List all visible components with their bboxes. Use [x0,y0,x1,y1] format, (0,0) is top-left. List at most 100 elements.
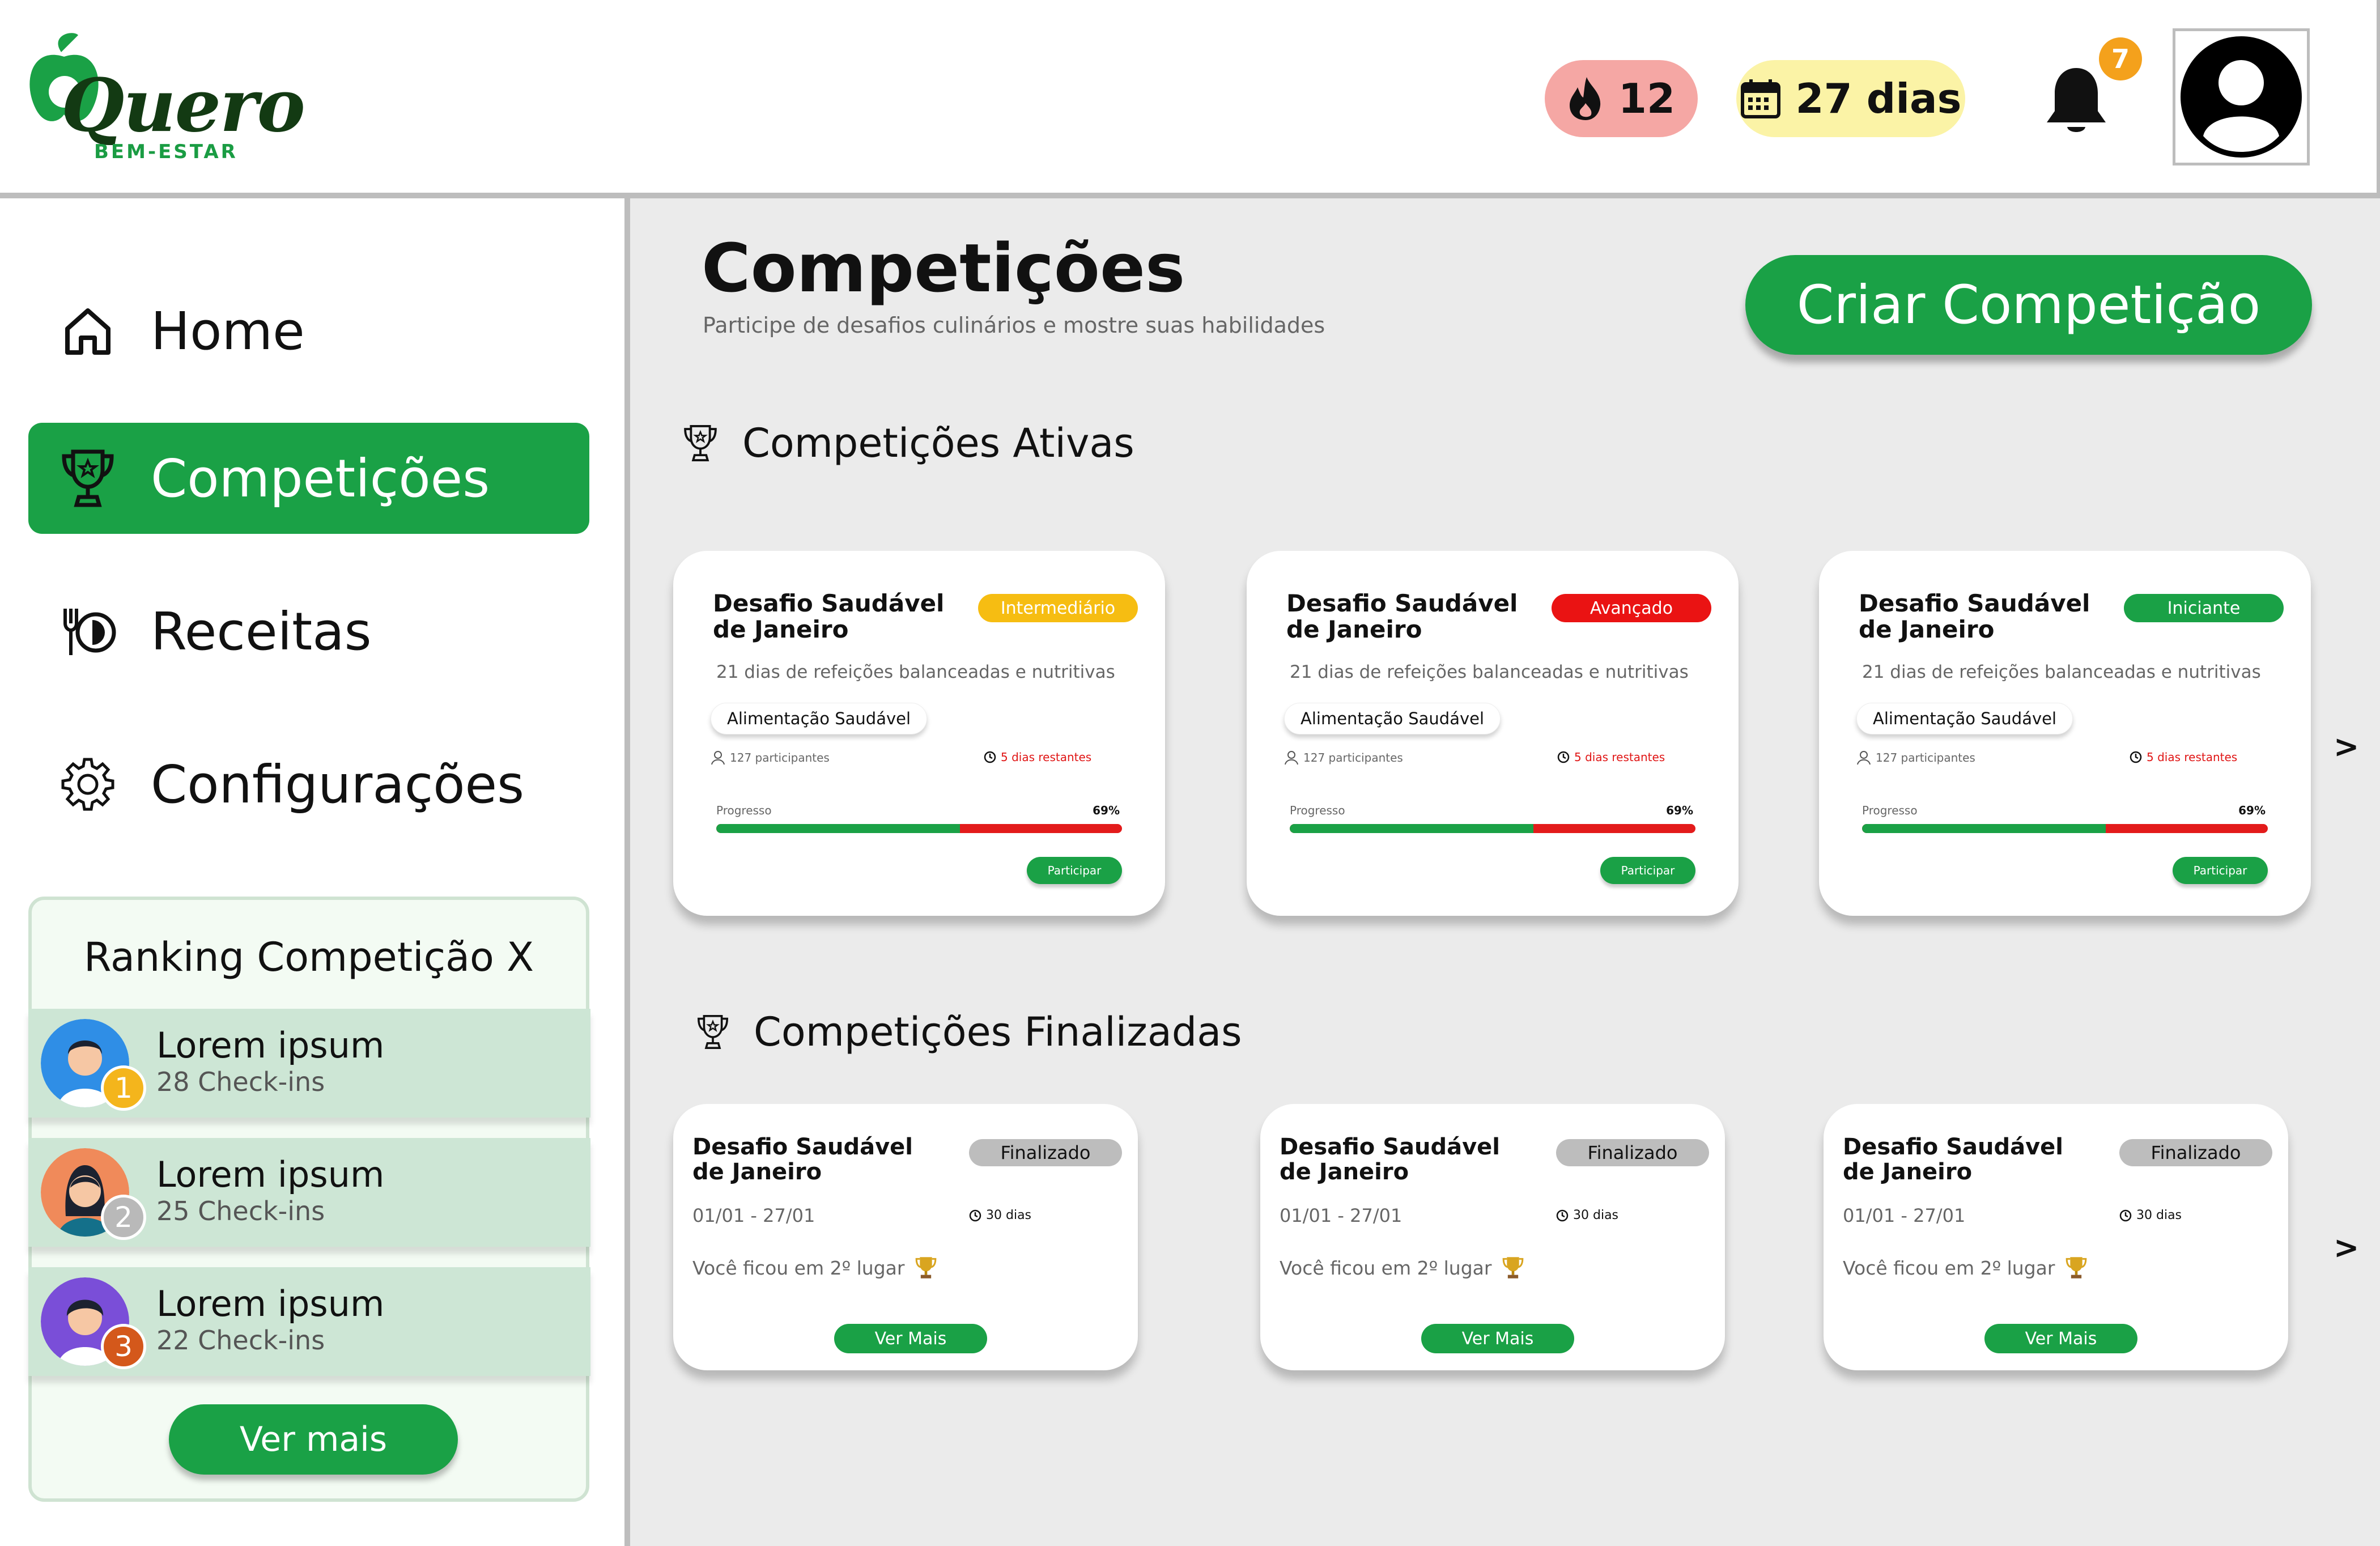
progress-label: Progresso [716,804,772,817]
status-badge: Finalizado [1556,1139,1709,1166]
calendar-icon [1740,79,1780,118]
finished-competition-card[interactable]: Desafio Saudável de Janeiro Finalizado 0… [673,1104,1138,1370]
participants-info: 127 participantes [1856,750,1975,765]
days-badge[interactable]: 27 dias [1736,60,1965,137]
ranking-name: Lorem ipsum [156,1025,385,1066]
gear-icon [57,753,119,816]
finished-next-arrow[interactable]: > [2334,1230,2359,1265]
finished-competition-card[interactable]: Desafio Saudável de Janeiro Finalizado 0… [1824,1104,2288,1370]
top-header: Quero BEM-ESTAR 12 27 dias 7 [0,0,2380,198]
ranking-row[interactable]: 3 Lorem ipsum 22 Check-ins [28,1267,590,1376]
ranking-see-more-button[interactable]: Ver mais [169,1404,458,1475]
clock-icon [2119,1209,2132,1221]
ranking-row[interactable]: 2 Lorem ipsum 25 Check-ins [28,1138,590,1247]
date-range: 01/01 - 27/01 [692,1205,815,1226]
category-tag: Alimentação Saudável [1284,703,1501,734]
card-title: Desafio Saudável de Janeiro [1843,1134,2064,1185]
date-range: 01/01 - 27/01 [1280,1205,1402,1226]
placement-info: Você ficou em 2º lugar [692,1256,937,1280]
gold-trophy-icon [2066,1257,2087,1279]
card-description: 21 dias de refeições balanceadas e nutri… [1290,662,1689,682]
sidebar-item-home[interactable]: Home [28,275,589,387]
see-more-button[interactable]: Ver Mais [834,1324,987,1353]
progress-value: 69% [2238,804,2266,817]
sidebar-item-label: Receitas [151,601,372,662]
active-section-heading: Competições Ativas [682,419,1134,467]
sidebar-item-receitas[interactable]: Receitas [28,576,589,687]
card-title: Desafio Saudável de Janeiro [1859,589,2090,644]
ranking-checkins: 25 Check-ins [156,1196,325,1226]
active-competition-card[interactable]: Desafio Saudável de Janeiro Intermediári… [673,551,1165,916]
trophy-icon [57,447,119,509]
days-remaining: 5 dias restantes [1574,750,1665,764]
status-badge: Finalizado [2119,1139,2272,1166]
section-title: Competições Finalizadas [754,1009,1242,1055]
rank-badge: 1 [101,1065,146,1111]
create-competition-button[interactable]: Criar Competição [1745,255,2312,355]
participants-count: 127 participantes [1303,751,1403,764]
sidebar-item-label: Configurações [151,754,525,815]
placement-text: Você ficou em 2º lugar [1280,1256,1492,1279]
join-button[interactable]: Participar [1027,857,1122,884]
logo-subtitle: BEM-ESTAR [94,141,238,163]
section-title: Competições Ativas [742,420,1134,466]
days-remaining: 5 dias restantes [1001,750,1092,764]
user-avatar[interactable] [2173,28,2310,165]
duration-label: 30 dias [1573,1208,1619,1222]
active-next-arrow[interactable]: > [2334,729,2359,764]
app-logo[interactable]: Quero BEM-ESTAR [22,29,305,165]
ranking-row[interactable]: 1 Lorem ipsum 28 Check-ins [28,1009,590,1118]
time-remaining: 5 dias restantes [2130,750,2237,764]
participants-info: 127 participantes [711,750,830,765]
progress-value: 69% [1666,804,1693,817]
see-more-button[interactable]: Ver Mais [1984,1324,2137,1353]
progress-label: Progresso [1290,804,1345,817]
clock-icon [1556,1209,1569,1221]
progress-bar-fill [1290,824,1533,833]
active-competition-card[interactable]: Desafio Saudável de Janeiro Avançado 21 … [1247,551,1739,916]
join-button[interactable]: Participar [1600,857,1695,884]
join-button[interactable]: Participar [2173,857,2268,884]
ranking-title: Ranking Competição X [83,934,534,980]
card-title: Desafio Saudável de Janeiro [1280,1134,1501,1185]
category-tag: Alimentação Saudável [711,703,928,734]
participants-info: 127 participantes [1284,750,1403,765]
sidebar-item-competicoes[interactable]: Competições [28,423,589,534]
ranking-checkins: 28 Check-ins [156,1067,325,1097]
finished-section-heading: Competições Finalizadas [696,1009,1242,1055]
clock-icon [2130,751,2142,763]
days-remaining: 5 dias restantes [2147,750,2238,764]
page-title: Competições [702,229,1185,307]
card-title: Desafio Saudável de Janeiro [713,589,945,644]
card-description: 21 dias de refeições balanceadas e nutri… [1862,662,2261,682]
ranking-name: Lorem ipsum [156,1154,385,1195]
duration-info: 30 dias [969,1208,1031,1222]
sidebar-item-configuracoes[interactable]: Configurações [28,729,589,840]
streak-badge[interactable]: 12 [1545,60,1698,137]
progress-bar-fill [1862,824,2106,833]
card-title: Desafio Saudável de Janeiro [692,1134,913,1185]
duration-info: 30 dias [2119,1208,2182,1222]
clock-icon [984,751,996,763]
notification-bell-icon[interactable] [2042,63,2110,137]
ranking-panel: Ranking Competição X 1 Lorem ipsum 28 Ch… [28,897,590,1502]
gold-trophy-icon [1503,1257,1524,1279]
cutlery-plate-icon [57,600,119,662]
participants-count: 127 participantes [1876,751,1975,764]
finished-competition-card[interactable]: Desafio Saudável de Janeiro Finalizado 0… [1260,1104,1725,1370]
placement-info: Você ficou em 2º lugar [1280,1256,1524,1280]
progress-bar [1290,824,1695,833]
card-title: Desafio Saudável de Janeiro [1286,589,1518,644]
sidebar: Home Competições Receitas Configurações … [0,198,630,1546]
sidebar-item-label: Competições [151,448,490,509]
person-icon [711,751,725,765]
placement-info: Você ficou em 2º lugar [1843,1256,2088,1280]
see-more-button[interactable]: Ver Mais [1421,1324,1574,1353]
active-competition-card[interactable]: Desafio Saudável de Janeiro Iniciante 21… [1819,551,2311,916]
placement-text: Você ficou em 2º lugar [1843,1256,2055,1279]
level-badge: Iniciante [2124,594,2284,622]
participants-count: 127 participantes [730,751,830,764]
ranking-name: Lorem ipsum [156,1283,385,1324]
progress-value: 69% [1093,804,1120,817]
rank-badge: 3 [101,1324,146,1369]
